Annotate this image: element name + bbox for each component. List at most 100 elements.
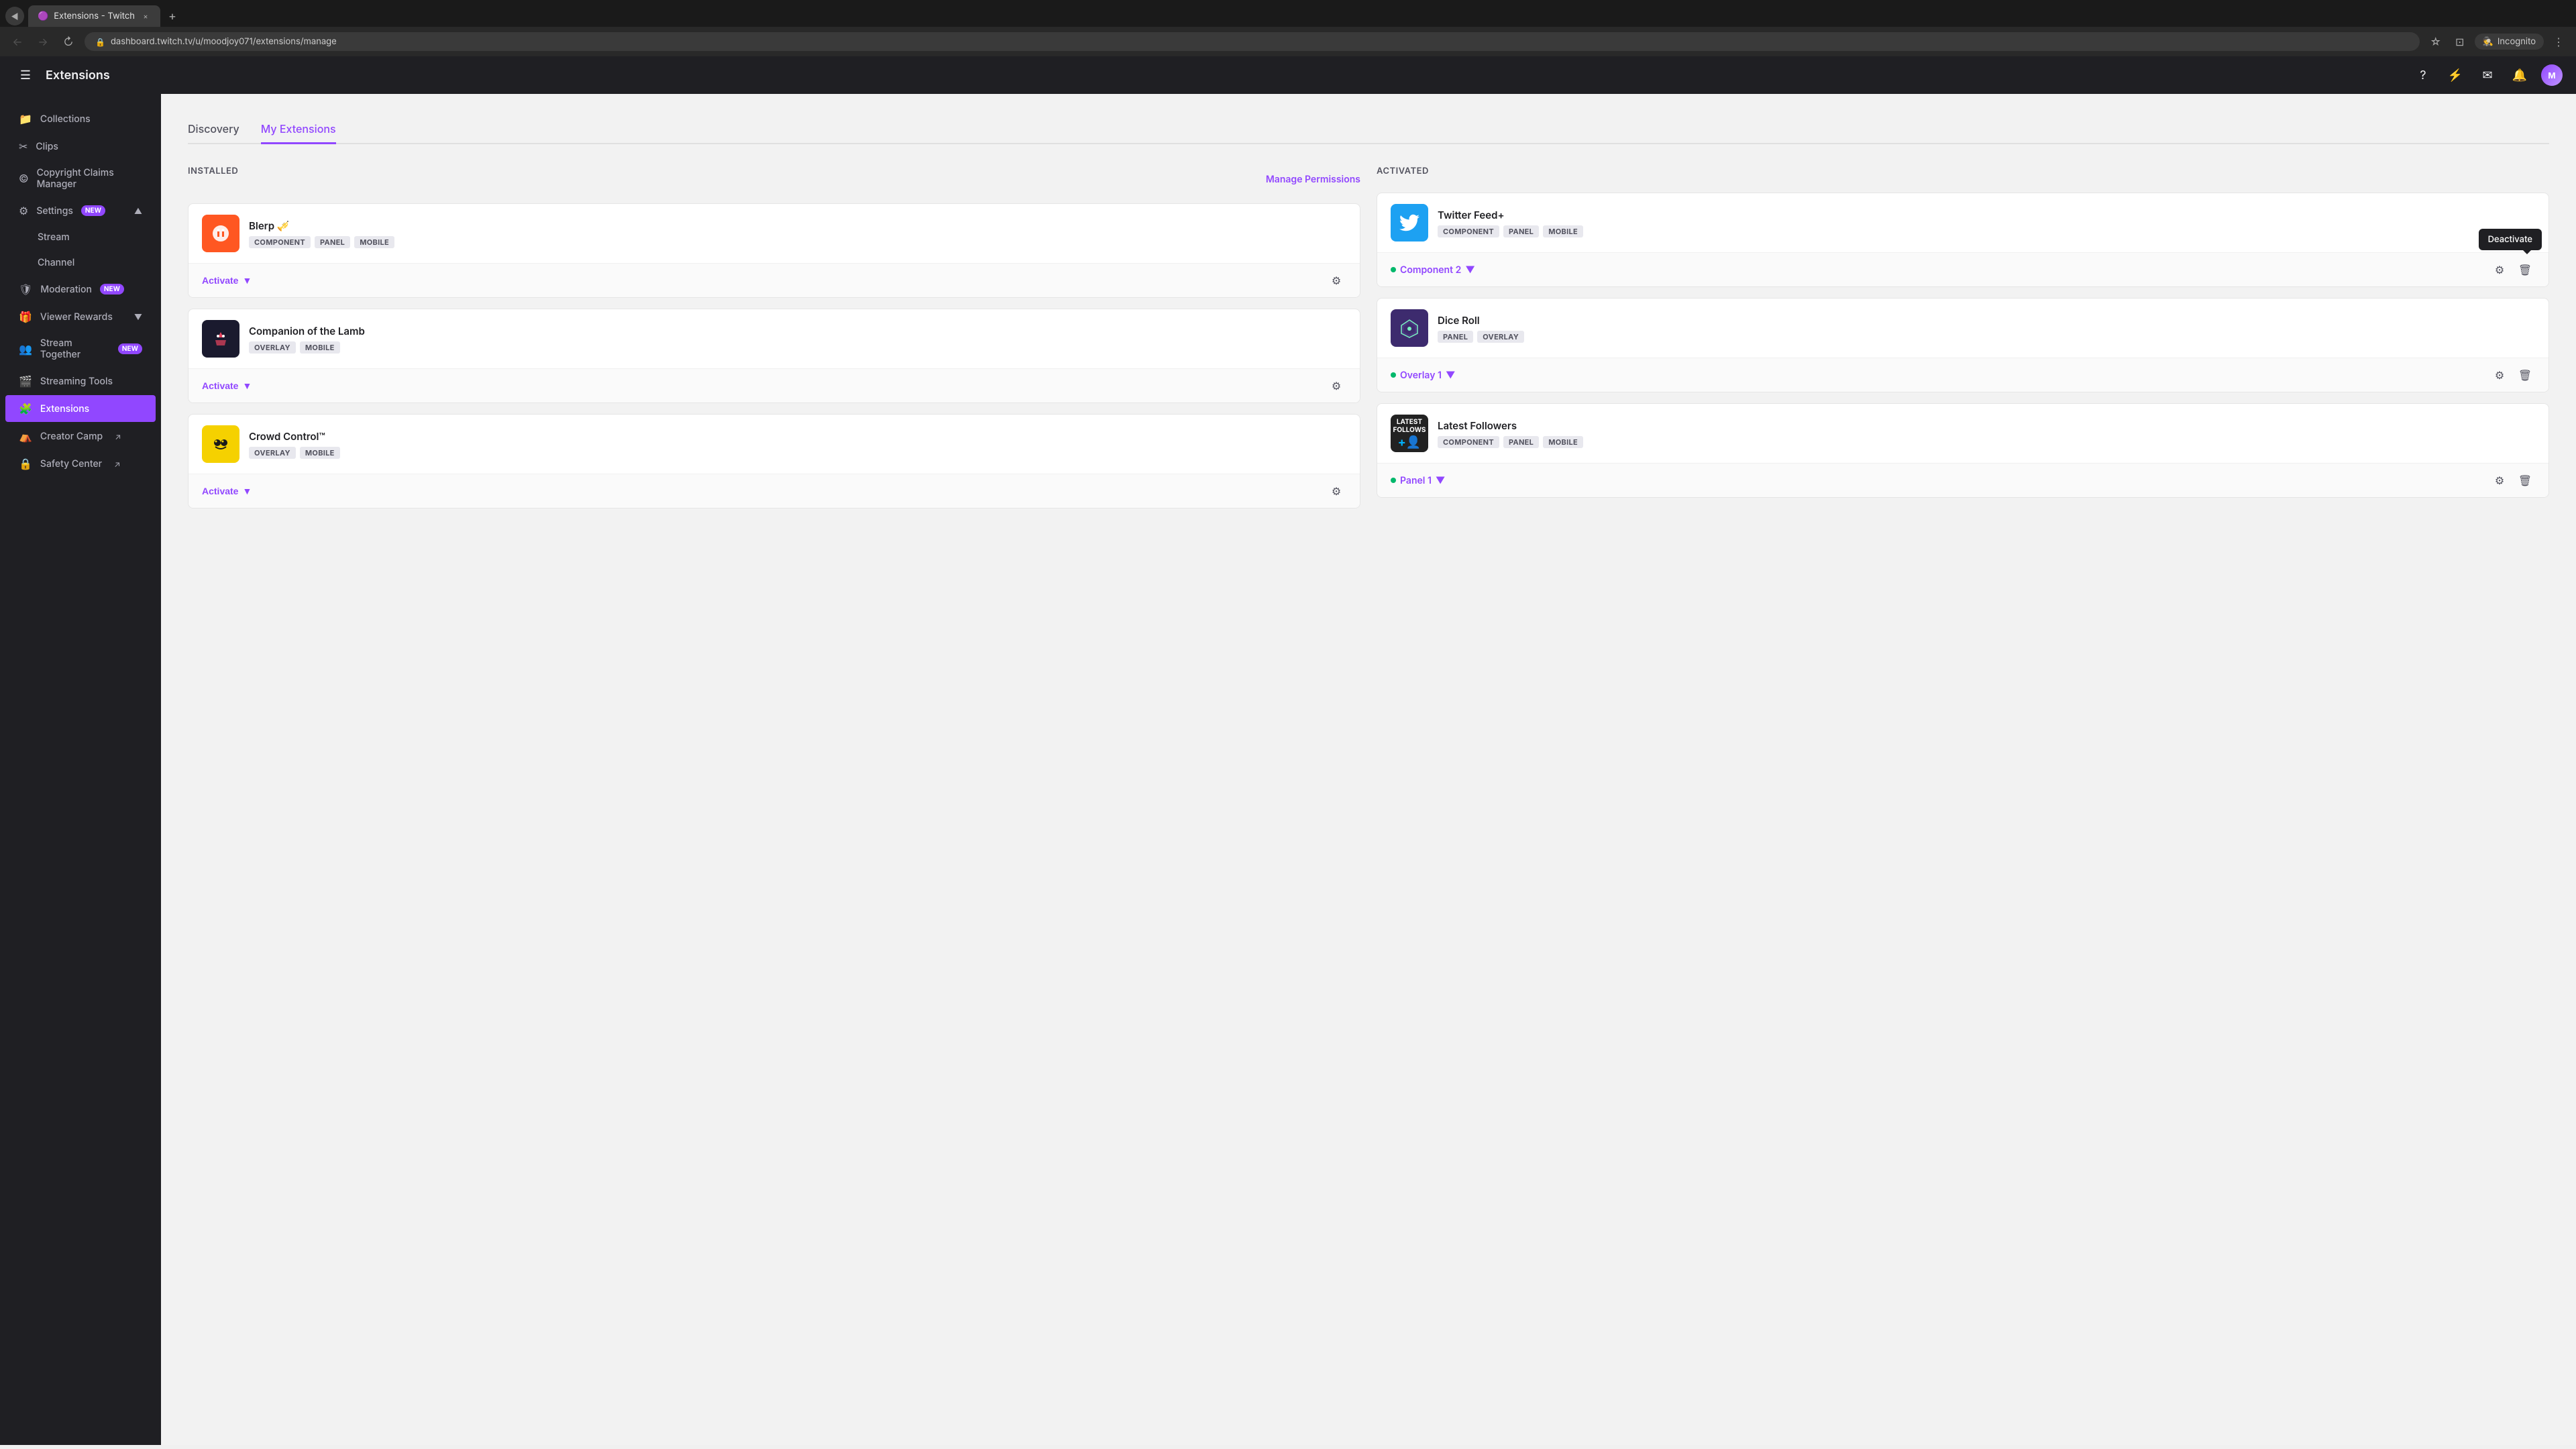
blerp-info: Blerp 🎺 COMPONENT PANEL MOBILE bbox=[249, 219, 1346, 248]
back-button[interactable]: ← bbox=[8, 32, 27, 51]
browser-tab-active[interactable]: 🟣 Extensions - Twitch × bbox=[28, 5, 160, 27]
app-header: ☰ Extensions ? ⚡ ✉ 🔔 M bbox=[0, 56, 2576, 94]
help-button[interactable]: ? bbox=[2412, 64, 2434, 86]
activated-column: Activated bbox=[1377, 166, 2549, 519]
crowd-card-actions: ⚙ bbox=[1326, 481, 1346, 501]
menu-button[interactable]: ⋮ bbox=[2549, 32, 2568, 51]
sidebar-label-viewer-rewards: Viewer Rewards bbox=[40, 311, 113, 323]
sidebar-item-clips[interactable]: ✂ Clips bbox=[5, 133, 156, 160]
extensions-grid: Installed Manage Permissions bbox=[188, 166, 2549, 519]
blerp-activate-label: Activate bbox=[202, 275, 238, 286]
twitter-name: Twitter Feed+ bbox=[1438, 209, 2535, 221]
diceroll-tag-overlay: OVERLAY bbox=[1477, 331, 1524, 343]
tab-my-extensions[interactable]: My Extensions bbox=[261, 115, 336, 144]
extension-card-crowd-control: Crowd Control™ OVERLAY MOBILE Activate bbox=[188, 414, 1360, 508]
manage-permissions-link[interactable]: Manage Permissions bbox=[1266, 174, 1360, 185]
moderation-icon: 🛡 bbox=[19, 282, 32, 296]
creator-camp-icon: ⛺ bbox=[19, 429, 32, 443]
sidebar-label-safety-center: Safety Center bbox=[40, 458, 102, 470]
streaming-tools-icon: 🎬 bbox=[19, 374, 32, 388]
blerp-settings-button[interactable]: ⚙ bbox=[1326, 270, 1346, 290]
stream-together-badge: NEW bbox=[118, 343, 142, 354]
sidebar-item-collections[interactable]: 📁 Collections bbox=[5, 105, 156, 132]
twitter-deactivate-button[interactable]: 🗑 Deactivate bbox=[2515, 260, 2535, 280]
sidebar-label-collections: Collections bbox=[40, 113, 91, 125]
new-tab-button[interactable]: + bbox=[163, 7, 182, 25]
notifications-button[interactable]: 🔔 bbox=[2509, 64, 2530, 86]
app-container: ☰ Extensions ? ⚡ ✉ 🔔 M 📁 Collections ✂ C… bbox=[0, 56, 2576, 1445]
diceroll-status[interactable]: Overlay 1 ▼ bbox=[1391, 370, 2489, 381]
sidebar-item-stream[interactable]: Stream bbox=[5, 225, 156, 250]
tab-nav-back[interactable]: ◀ bbox=[5, 7, 24, 25]
sidebar-label-streaming-tools: Streaming Tools bbox=[40, 376, 113, 387]
latest-icon: LATESTFOLLOWS +👤 bbox=[1391, 415, 1428, 452]
companion-name: Companion of the Lamb bbox=[249, 325, 1346, 337]
latest-tag-mobile: MOBILE bbox=[1543, 436, 1583, 448]
messages-button[interactable]: ✉ bbox=[2477, 64, 2498, 86]
refresh-button[interactable]: ↻ bbox=[59, 32, 78, 51]
blerp-activate-button[interactable]: Activate ▼ bbox=[202, 275, 252, 286]
sidebar-item-safety-center[interactable]: 🔒 Safety Center ↗ bbox=[5, 450, 156, 477]
forward-button[interactable]: → bbox=[34, 32, 52, 51]
twitter-active-dot bbox=[1391, 267, 1396, 272]
blerp-name: Blerp 🎺 bbox=[249, 219, 1346, 232]
latest-settings-button[interactable]: ⚙ bbox=[2489, 470, 2510, 490]
twitter-status[interactable]: Component 2 ▼ bbox=[1391, 264, 2489, 276]
twitter-card-actions: ⚙ 🗑 Deactivate bbox=[2489, 260, 2535, 280]
sidebar-item-viewer-rewards[interactable]: 🎁 Viewer Rewards ▼ bbox=[5, 303, 156, 330]
twitter-settings-button[interactable]: ⚙ bbox=[2489, 260, 2510, 280]
blerp-icon-graphic bbox=[202, 215, 239, 252]
installed-section-title: Installed bbox=[188, 166, 238, 182]
twitter-card-bottom: Component 2 ▼ ⚙ 🗑 Deactivate bbox=[1377, 252, 2548, 286]
hamburger-button[interactable]: ☰ bbox=[13, 63, 38, 87]
twitter-icon bbox=[1391, 204, 1428, 241]
settings-icon: ⚙ bbox=[19, 204, 28, 217]
bookmark-button[interactable]: ☆ bbox=[2426, 32, 2445, 51]
latest-deactivate-button[interactable]: 🗑 bbox=[2515, 470, 2535, 490]
diceroll-settings-button[interactable]: ⚙ bbox=[2489, 365, 2510, 385]
crowd-tags: OVERLAY MOBILE bbox=[249, 447, 1346, 459]
window-button[interactable]: ⊡ bbox=[2451, 32, 2469, 51]
viewer-rewards-chevron-icon: ▼ bbox=[134, 312, 142, 322]
blerp-icon bbox=[202, 215, 239, 252]
sidebar-item-settings[interactable]: ⚙ Settings NEW ▲ bbox=[5, 197, 156, 224]
sidebar-item-moderation[interactable]: 🛡 Moderation NEW bbox=[5, 276, 156, 303]
diceroll-card-bottom: Overlay 1 ▼ ⚙ 🗑 bbox=[1377, 358, 2548, 392]
sidebar-item-extensions[interactable]: 🧩 Extensions bbox=[5, 395, 156, 422]
turbo-button[interactable]: ⚡ bbox=[2445, 64, 2466, 86]
crowd-activate-label: Activate bbox=[202, 486, 238, 496]
crowd-activate-button[interactable]: Activate ▼ bbox=[202, 486, 252, 496]
user-avatar[interactable]: M bbox=[2541, 64, 2563, 86]
blerp-tags: COMPONENT PANEL MOBILE bbox=[249, 236, 1346, 248]
diceroll-deactivate-button[interactable]: 🗑 bbox=[2515, 365, 2535, 385]
latest-status[interactable]: Panel 1 ▼ bbox=[1391, 475, 2489, 486]
crowd-icon-graphic bbox=[202, 425, 239, 463]
tab-discovery[interactable]: Discovery bbox=[188, 115, 239, 144]
activated-section-title: Activated bbox=[1377, 166, 2549, 182]
diceroll-card-top: Dice Roll PANEL OVERLAY bbox=[1377, 299, 2548, 358]
sidebar-item-creator-camp[interactable]: ⛺ Creator Camp ↗ bbox=[5, 423, 156, 449]
sidebar-item-channel[interactable]: Channel bbox=[5, 250, 156, 275]
diceroll-icon bbox=[1391, 309, 1428, 347]
settings-badge: NEW bbox=[81, 205, 105, 216]
sidebar-item-copyright[interactable]: © Copyright Claims Manager bbox=[5, 160, 156, 197]
blerp-activate-chevron-icon: ▼ bbox=[242, 275, 252, 286]
tab-favicon: 🟣 bbox=[38, 11, 48, 21]
sidebar-label-stream: Stream bbox=[38, 231, 70, 243]
twitter-status-chevron-icon: ▼ bbox=[1465, 264, 1474, 276]
tab-close-btn[interactable]: × bbox=[140, 11, 151, 21]
sidebar-item-streaming-tools[interactable]: 🎬 Streaming Tools bbox=[5, 368, 156, 394]
companion-card-actions: ⚙ bbox=[1326, 376, 1346, 396]
url-bar[interactable]: 🔒 dashboard.twitch.tv/u/moodjoy071/exten… bbox=[85, 32, 2420, 51]
companion-settings-button[interactable]: ⚙ bbox=[1326, 376, 1346, 396]
safety-center-icon: 🔒 bbox=[19, 457, 32, 470]
crowd-tag-mobile: MOBILE bbox=[300, 447, 340, 459]
companion-activate-button[interactable]: Activate ▼ bbox=[202, 380, 252, 391]
twitter-tag-mobile: MOBILE bbox=[1543, 225, 1583, 237]
page-tabs: Discovery My Extensions bbox=[188, 115, 2549, 144]
crowd-settings-button[interactable]: ⚙ bbox=[1326, 481, 1346, 501]
blerp-card-bottom: Activate ▼ ⚙ bbox=[189, 263, 1360, 297]
companion-tags: OVERLAY MOBILE bbox=[249, 341, 1346, 354]
sidebar: 📁 Collections ✂ Clips © Copyright Claims… bbox=[0, 94, 161, 1445]
sidebar-item-stream-together[interactable]: 👥 Stream Together NEW bbox=[5, 331, 156, 367]
